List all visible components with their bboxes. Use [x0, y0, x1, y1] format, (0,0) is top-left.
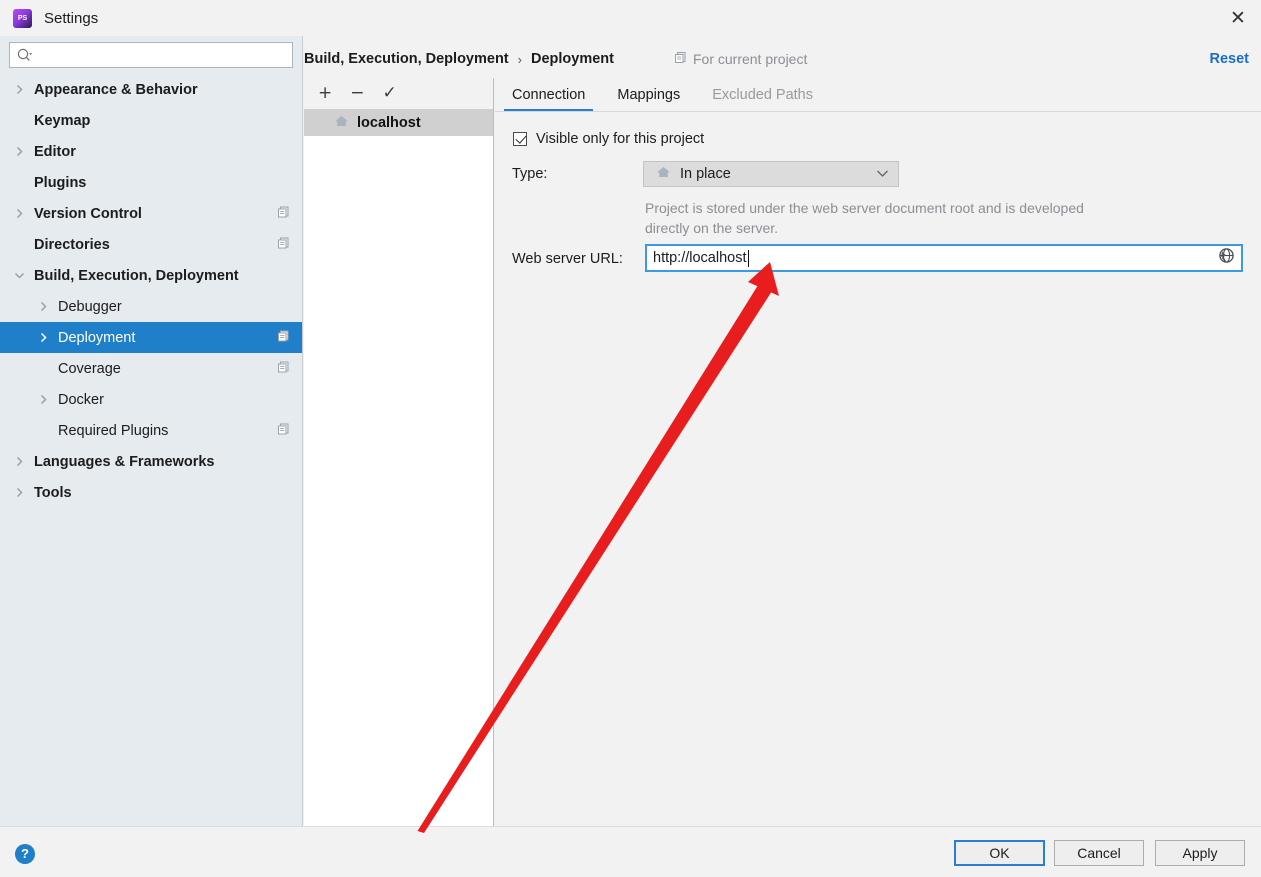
sidebar-item-appearance-behavior[interactable]: Appearance & Behavior: [0, 74, 302, 105]
sidebar-item-label: Directories: [34, 236, 110, 253]
sidebar-item-deployment[interactable]: Deployment: [0, 322, 302, 353]
server-toolbar: + − ✓: [304, 78, 493, 109]
breadcrumb-parent[interactable]: Build, Execution, Deployment: [304, 51, 509, 67]
breadcrumb-current: Deployment: [530, 51, 614, 67]
remove-server-button[interactable]: −: [350, 85, 364, 102]
project-config-icon: [277, 360, 290, 377]
settings-dialog: Settings ✕ Appearance & Behavior Keymap Ed…: [0, 0, 1261, 877]
sidebar-item-label: Docker: [58, 391, 104, 408]
chevron-right-icon[interactable]: [14, 456, 25, 467]
project-config-icon: [674, 51, 687, 67]
sidebar-item-debugger[interactable]: Debugger: [0, 291, 302, 322]
web-server-url-value: http://localhost: [653, 250, 747, 266]
home-icon: [334, 114, 349, 132]
visible-only-label: Visible only for this project: [536, 131, 705, 147]
reset-link[interactable]: Reset: [1210, 51, 1250, 67]
tab-mappings[interactable]: Mappings: [617, 87, 680, 112]
sidebar-item-label: Plugins: [34, 174, 87, 191]
window-title: Settings: [44, 9, 99, 27]
phpstorm-icon: [13, 8, 32, 28]
server-list-panel: + − ✓ localhost: [304, 78, 494, 826]
search-box[interactable]: [9, 42, 293, 68]
visible-only-checkbox[interactable]: [513, 132, 527, 146]
title-bar: Settings ✕: [0, 0, 1261, 36]
project-config-icon: [277, 422, 290, 439]
sidebar-item-label: Appearance & Behavior: [34, 81, 198, 98]
chevron-right-icon[interactable]: [38, 332, 49, 343]
search-icon: [17, 48, 33, 62]
web-server-url-label: Web server URL:: [512, 251, 623, 267]
search-input[interactable]: [37, 44, 292, 66]
sidebar-item-version-control[interactable]: Version Control: [0, 198, 302, 229]
breadcrumb-separator: ›: [517, 51, 522, 67]
chevron-right-icon[interactable]: [38, 301, 49, 312]
close-icon[interactable]: ✕: [1215, 0, 1261, 36]
type-label: Type:: [512, 166, 548, 182]
sidebar-item-languages-frameworks[interactable]: Languages & Frameworks: [0, 446, 302, 477]
sidebar-item-coverage[interactable]: Coverage: [0, 353, 302, 384]
type-description: Project is stored under the web server d…: [645, 200, 1084, 236]
sidebar-item-label: Keymap: [34, 112, 91, 129]
globe-icon[interactable]: [1218, 247, 1235, 269]
chevron-down-icon: [876, 165, 889, 183]
set-default-server-button[interactable]: ✓: [383, 85, 397, 102]
text-caret: [747, 249, 749, 267]
chevron-right-icon[interactable]: [14, 146, 25, 157]
chevron-down-icon[interactable]: [14, 270, 25, 281]
add-server-button[interactable]: +: [318, 85, 332, 102]
chevron-right-icon[interactable]: [14, 84, 25, 95]
visible-only-checkbox-row[interactable]: Visible only for this project: [513, 131, 704, 147]
sidebar-item-editor[interactable]: Editor: [0, 136, 302, 167]
sidebar-item-label: Debugger: [58, 298, 122, 315]
sidebar-item-keymap[interactable]: Keymap: [0, 105, 302, 136]
project-config-icon: [277, 205, 290, 222]
type-dropdown[interactable]: In place: [643, 161, 899, 187]
settings-sidebar: Appearance & Behavior Keymap Editor Plugins…: [0, 36, 303, 826]
search-wrapper: [0, 36, 302, 68]
sidebar-item-required-plugins[interactable]: Required Plugins: [0, 415, 302, 446]
server-list-item-localhost[interactable]: localhost: [304, 109, 493, 136]
help-button[interactable]: ?: [15, 844, 35, 864]
chevron-right-icon[interactable]: [14, 208, 25, 219]
ok-button[interactable]: OK: [954, 840, 1045, 866]
project-config-icon: [277, 329, 290, 346]
sidebar-item-tools[interactable]: Tools: [0, 477, 302, 508]
sidebar-item-label: Editor: [34, 143, 76, 160]
sidebar-item-build-execution-deployment[interactable]: Build, Execution, Deployment: [0, 260, 302, 291]
sidebar-item-label: Coverage: [58, 360, 121, 377]
dialog-footer: ? OK Cancel Apply: [0, 826, 1261, 877]
sidebar-item-label: Languages & Frameworks: [34, 453, 215, 470]
sidebar-item-label: Required Plugins: [58, 422, 169, 439]
chevron-right-icon[interactable]: [38, 394, 49, 405]
for-current-project-label: For current project: [674, 51, 807, 67]
breadcrumb: Build, Execution, Deployment › Deploymen…: [304, 40, 1261, 78]
connection-form: Visible only for this project Type: In p…: [495, 112, 1261, 826]
server-name: localhost: [357, 114, 421, 131]
settings-tabs: Connection Mappings Excluded Paths: [495, 78, 1261, 112]
project-config-icon: [277, 236, 290, 253]
sidebar-item-directories[interactable]: Directories: [0, 229, 302, 260]
web-server-url-field[interactable]: http://localhost: [645, 244, 1243, 272]
home-icon: [656, 165, 671, 184]
tab-excluded-paths: Excluded Paths: [712, 87, 813, 103]
type-dropdown-value: In place: [680, 166, 731, 182]
settings-tree: Appearance & Behavior Keymap Editor Plugins…: [0, 74, 302, 508]
sidebar-item-label: Build, Execution, Deployment: [34, 267, 239, 284]
for-current-project-text: For current project: [692, 51, 808, 67]
cancel-button[interactable]: Cancel: [1054, 840, 1144, 866]
sidebar-item-label: Version Control: [34, 205, 142, 222]
sidebar-item-label: Tools: [34, 484, 72, 501]
chevron-right-icon[interactable]: [14, 487, 25, 498]
sidebar-item-label: Deployment: [58, 329, 136, 346]
apply-button[interactable]: Apply: [1155, 840, 1245, 866]
sidebar-item-plugins[interactable]: Plugins: [0, 167, 302, 198]
sidebar-item-docker[interactable]: Docker: [0, 384, 302, 415]
tab-connection[interactable]: Connection: [503, 87, 594, 112]
